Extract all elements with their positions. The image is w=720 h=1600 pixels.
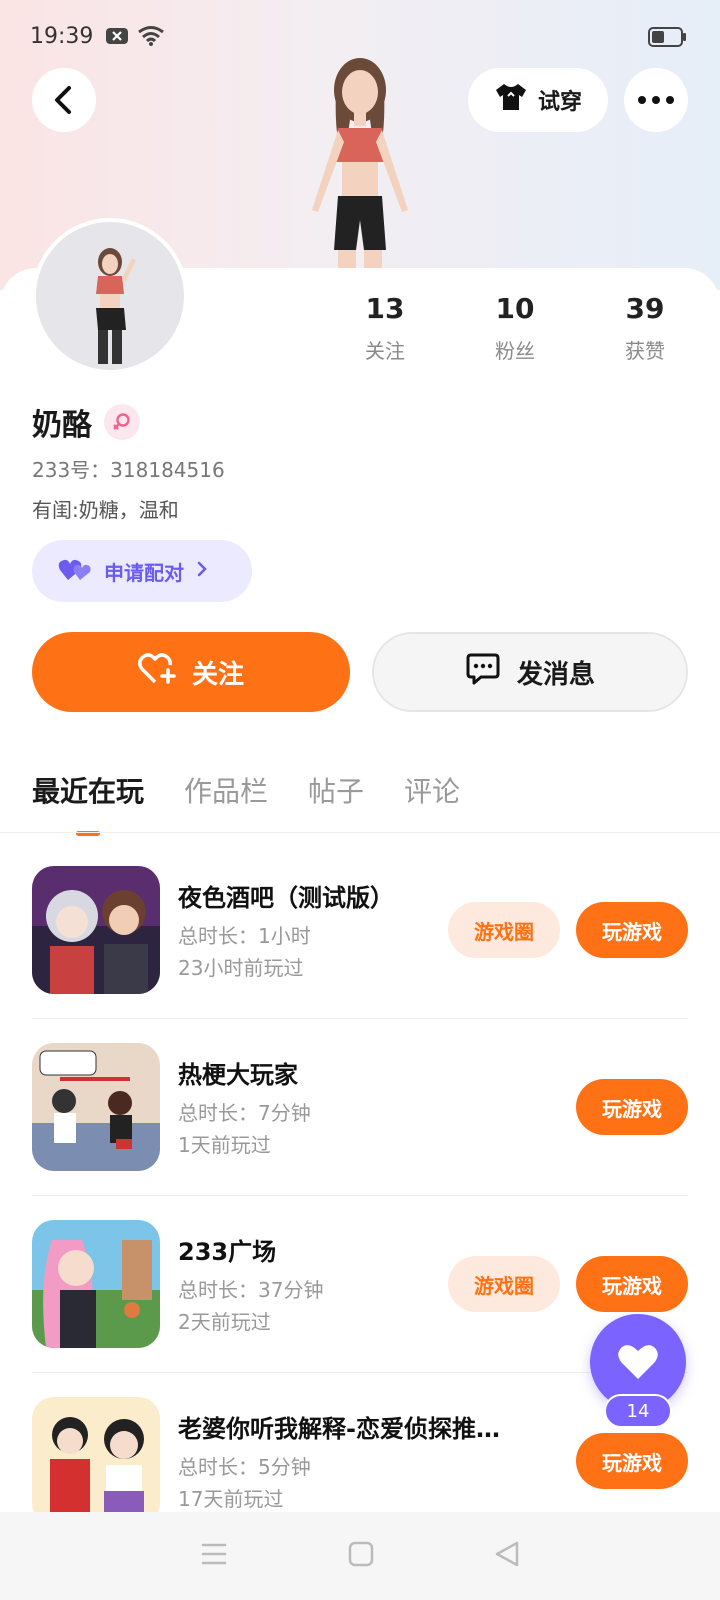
battery-icon bbox=[648, 26, 688, 54]
stat-label: 粉丝 bbox=[495, 339, 535, 363]
game-last-played: 2天前玩过 bbox=[178, 1310, 271, 1334]
system-nav-bar bbox=[0, 1512, 720, 1600]
chevron-right-icon bbox=[196, 559, 208, 583]
game-icon bbox=[32, 1043, 160, 1171]
stat-followers[interactable]: 10 粉丝 bbox=[450, 292, 580, 364]
game-title: 热梗大玩家 bbox=[178, 1061, 298, 1089]
list-item[interactable]: 夜色酒吧（测试版） 总时长：1小时 23小时前玩过 游戏圈 玩游戏 bbox=[0, 842, 720, 1019]
tab-recently-played[interactable]: 最近在玩 bbox=[32, 770, 144, 836]
play-game-button[interactable]: 玩游戏 bbox=[576, 1256, 688, 1312]
user-bio: 有闺:奶糖，温和 bbox=[32, 498, 179, 522]
game-duration: 总时长：5分钟 bbox=[178, 1455, 311, 1479]
stat-value: 39 bbox=[625, 292, 665, 325]
game-title: 233广场 bbox=[178, 1238, 277, 1266]
stat-value: 13 bbox=[365, 292, 405, 325]
menu-icon[interactable] bbox=[200, 1541, 228, 1571]
follow-label: 关注 bbox=[191, 659, 244, 690]
game-duration: 总时长：37分钟 bbox=[178, 1278, 324, 1302]
tshirt-icon bbox=[494, 82, 528, 118]
back-triangle-icon[interactable] bbox=[494, 1540, 520, 1572]
stat-label: 获赞 bbox=[625, 339, 665, 363]
more-options-button[interactable] bbox=[624, 68, 688, 132]
status-time: 19:39 bbox=[30, 23, 94, 49]
try-on-label: 试穿 bbox=[537, 90, 582, 115]
request-pair-button[interactable]: 申请配对 bbox=[32, 540, 252, 602]
game-last-played: 1天前玩过 bbox=[178, 1133, 271, 1157]
send-message-button[interactable]: 发消息 bbox=[372, 632, 688, 712]
game-icon bbox=[32, 866, 160, 994]
wifi-icon bbox=[137, 25, 165, 47]
heart-icon bbox=[618, 1345, 658, 1379]
game-duration: 总时长：1小时 bbox=[178, 924, 311, 948]
heart-plus-icon bbox=[137, 652, 176, 693]
divider bbox=[0, 832, 720, 833]
recent-games-list: 夜色酒吧（测试版） 总时长：1小时 23小时前玩过 游戏圈 玩游戏 热梗大玩家 … bbox=[0, 842, 720, 1550]
stat-label: 关注 bbox=[365, 339, 405, 363]
try-on-button[interactable]: 试穿 bbox=[468, 68, 608, 132]
game-circle-button[interactable]: 游戏圈 bbox=[448, 1256, 560, 1312]
game-title: 老婆你听我解释-恋爱侦探推… bbox=[178, 1415, 500, 1443]
chat-bubble-icon bbox=[465, 652, 501, 693]
list-item[interactable]: 热梗大玩家 总时长：7分钟 1天前玩过 玩游戏 bbox=[0, 1019, 720, 1196]
play-game-button[interactable]: 玩游戏 bbox=[576, 1079, 688, 1135]
play-game-button[interactable]: 玩游戏 bbox=[576, 902, 688, 958]
like-count-badge: 14 bbox=[604, 1394, 672, 1428]
double-heart-icon bbox=[58, 556, 92, 587]
tab-comments[interactable]: 评论 bbox=[404, 770, 460, 810]
username-row: 奶酪 bbox=[32, 400, 140, 444]
game-circle-button[interactable]: 游戏圈 bbox=[448, 902, 560, 958]
profile-tabs: 最近在玩 作品栏 帖子 评论 bbox=[32, 770, 460, 836]
game-icon bbox=[32, 1397, 160, 1525]
notification-icon bbox=[105, 26, 129, 46]
more-icon bbox=[638, 96, 674, 104]
game-last-played: 17天前玩过 bbox=[178, 1487, 284, 1511]
female-gender-icon bbox=[104, 404, 140, 440]
request-pair-label: 申请配对 bbox=[104, 560, 184, 585]
user-id: 233号：318184516 bbox=[32, 458, 225, 482]
game-duration: 总时长：7分钟 bbox=[178, 1101, 311, 1125]
profile-stats: 13 关注 10 粉丝 39 获赞 bbox=[320, 292, 710, 364]
avatar-3d-figure bbox=[290, 50, 430, 274]
stat-value: 10 bbox=[495, 292, 535, 325]
chevron-left-icon bbox=[55, 86, 71, 114]
send-message-label: 发消息 bbox=[516, 659, 595, 690]
username: 奶酪 bbox=[32, 408, 92, 443]
stat-following[interactable]: 13 关注 bbox=[320, 292, 450, 364]
avatar[interactable] bbox=[32, 218, 188, 374]
game-icon bbox=[32, 1220, 160, 1348]
play-game-button[interactable]: 玩游戏 bbox=[576, 1433, 688, 1489]
game-title: 夜色酒吧（测试版） bbox=[178, 884, 394, 912]
follow-button[interactable]: 关注 bbox=[32, 632, 350, 712]
tab-posts[interactable]: 帖子 bbox=[308, 770, 364, 810]
back-button[interactable] bbox=[32, 68, 96, 132]
home-icon[interactable] bbox=[348, 1541, 374, 1571]
tab-works[interactable]: 作品栏 bbox=[184, 770, 268, 810]
stat-likes[interactable]: 39 获赞 bbox=[580, 292, 710, 364]
game-last-played: 23小时前玩过 bbox=[178, 956, 304, 980]
